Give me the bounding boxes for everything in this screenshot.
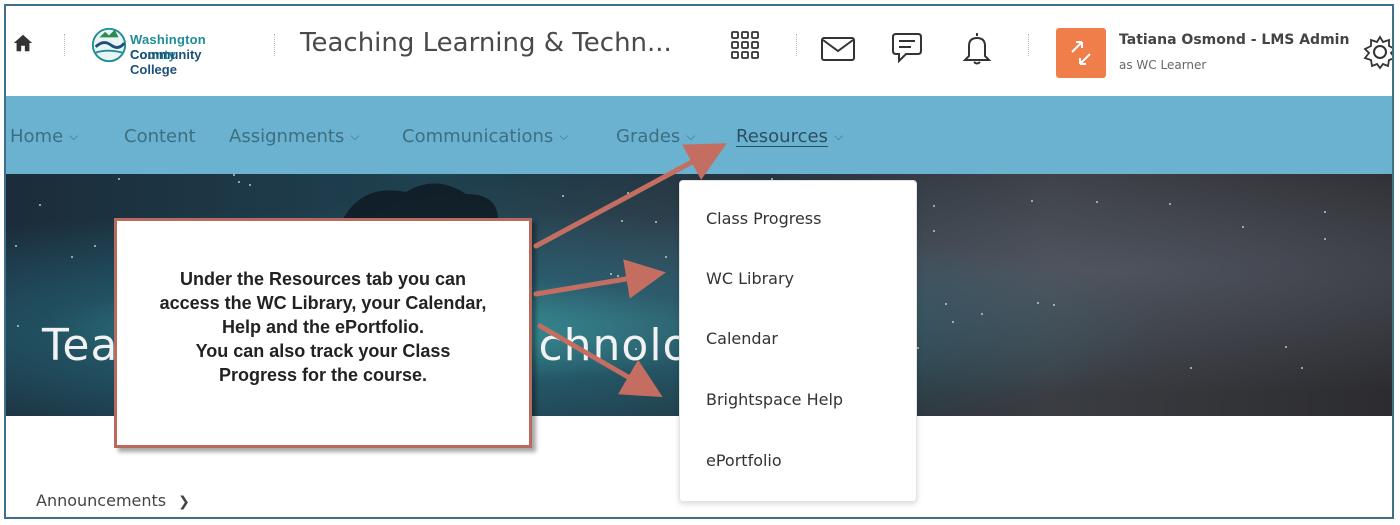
star (1301, 367, 1303, 369)
banner-title-left: Tea (42, 320, 119, 371)
callout-line: You can also track your Class (195, 341, 451, 361)
bell-icon[interactable] (962, 30, 992, 66)
star (665, 256, 667, 258)
star (933, 205, 935, 207)
divider (64, 34, 66, 56)
star (249, 184, 251, 186)
logo-mark-icon (91, 27, 127, 63)
nav-label: Grades (616, 126, 681, 147)
star (1324, 238, 1326, 240)
menu-item-class-progress[interactable]: Class Progress (706, 209, 821, 228)
star (1053, 304, 1055, 306)
course-title[interactable]: Teaching Learning & Techn... (300, 28, 672, 58)
menu-item-calendar[interactable]: Calendar (706, 329, 778, 348)
chevron-down-icon: ⌵ (69, 129, 79, 143)
chevron-down-icon: ⌵ (686, 129, 696, 143)
nav-item-assignments[interactable]: Assignments ⌵ (229, 126, 359, 147)
chevron-down-icon: ⌵ (350, 129, 360, 143)
resources-dropdown-menu: Class Progress WC Library Calendar Brigh… (679, 180, 917, 502)
star (655, 221, 657, 223)
star (71, 256, 73, 258)
star (628, 261, 630, 263)
callout-text: Under the Resources tab you can access t… (117, 267, 529, 387)
nav-label: Communications (402, 126, 554, 147)
user-role: as WC Learner (1119, 58, 1207, 72)
star (933, 230, 935, 232)
nav-item-home[interactable]: Home ⌵ (10, 126, 78, 147)
star (584, 284, 586, 286)
nav-label: Assignments (229, 126, 345, 147)
course-navbar: Home ⌵ Content Assignments ⌵ Communication… (6, 96, 1392, 174)
logo-line2: Community College (130, 47, 202, 77)
menu-item-brightspace-help[interactable]: Brightspace Help (706, 390, 843, 409)
callout-line: Progress for the course. (218, 365, 428, 385)
chevron-down-icon: ⌵ (833, 129, 844, 143)
divider (796, 34, 798, 56)
star (1037, 302, 1039, 304)
divider (1028, 34, 1030, 56)
college-logo[interactable]: Washington County Community College (90, 24, 250, 77)
nav-label: Resources (736, 126, 828, 147)
star (1324, 211, 1326, 213)
swap-arrows-icon (1071, 41, 1091, 65)
star (15, 245, 17, 247)
star (562, 195, 564, 197)
star (1169, 203, 1171, 205)
star (1242, 226, 1244, 228)
top-bar: Washington County Community College Teac… (6, 6, 1392, 96)
nav-label: Content (124, 126, 196, 147)
star (617, 275, 619, 277)
waffle-icon[interactable] (730, 30, 760, 60)
star (1031, 200, 1033, 202)
home-icon[interactable] (12, 32, 34, 54)
star (945, 303, 947, 305)
announcements-widget-header[interactable]: Announcements ❯ (36, 491, 190, 510)
nav-item-content[interactable]: Content (124, 126, 196, 147)
star (621, 220, 623, 222)
star (17, 325, 19, 327)
star (627, 192, 629, 194)
callout-line: Help and the ePortfolio. (221, 317, 424, 337)
star (39, 204, 41, 206)
callout-line: Under the Resources tab you can (179, 269, 467, 289)
announcements-label: Announcements (36, 491, 167, 510)
star (238, 181, 240, 183)
chevron-down-icon: ❯ (178, 494, 190, 510)
callout-line: access the WC Library, your Calendar, (159, 293, 487, 313)
star (981, 313, 983, 315)
star (1190, 367, 1192, 369)
star (917, 347, 919, 349)
nav-item-grades[interactable]: Grades ⌵ (616, 126, 695, 147)
page-frame: Washington County Community College Teac… (4, 4, 1394, 519)
user-name[interactable]: Tatiana Osmond - LMS Admin (1119, 32, 1349, 48)
mail-icon[interactable] (820, 36, 856, 62)
star (610, 273, 612, 275)
star (94, 245, 96, 247)
chat-icon[interactable] (890, 30, 924, 66)
nav-item-resources[interactable]: Resources ⌵ (736, 126, 843, 147)
gear-icon[interactable] (1362, 34, 1394, 70)
star (952, 321, 954, 323)
annotation-callout: Under the Resources tab you can access t… (114, 218, 532, 448)
star (1285, 346, 1287, 348)
menu-item-wc-library[interactable]: WC Library (706, 269, 794, 288)
star (1096, 201, 1098, 203)
star (233, 174, 235, 176)
nav-item-communications[interactable]: Communications ⌵ (402, 126, 568, 147)
chevron-down-icon: ⌵ (559, 129, 569, 143)
menu-item-eportfolio[interactable]: ePortfolio (706, 451, 782, 470)
star (118, 178, 120, 180)
nav-label: Home (10, 126, 64, 147)
divider (274, 34, 276, 56)
avatar[interactable] (1056, 28, 1106, 78)
